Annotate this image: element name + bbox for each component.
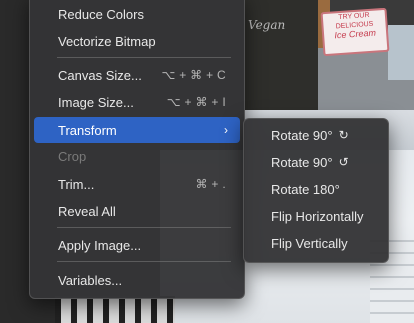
image-menu: Reduce Colors Vectorize Bitmap Canvas Si…	[29, 0, 245, 299]
menu-item-rotate-90-cw[interactable]: Rotate 90° ↻	[248, 123, 384, 147]
shortcut-hint: ⌘ + .	[195, 177, 226, 191]
menu-item-label: Apply Image...	[58, 237, 142, 253]
menu-item-label: Reduce Colors	[58, 6, 144, 22]
rotate-counterclockwise-icon: ↺	[338, 155, 349, 169]
transform-submenu: Rotate 90° ↻ Rotate 90° ↺ Rotate 180° Fl…	[243, 118, 389, 263]
menu-item-trim[interactable]: Trim... ⌘ + .	[34, 172, 240, 196]
menu-item-label: Image Size...	[58, 94, 134, 110]
menu-item-apply-image[interactable]: Apply Image...	[34, 233, 240, 257]
menu-item-label: Variables...	[58, 272, 123, 288]
menu-item-label: Rotate 90°	[271, 154, 333, 170]
chalkboard-text: Vegan	[248, 18, 286, 32]
menu-item-transform[interactable]: Transform ›	[34, 117, 240, 143]
ice-cream-sign: TRY OUR DELICIOUS Ice Cream	[320, 7, 390, 57]
menu-separator	[57, 57, 231, 58]
menu-item-flip-vertically[interactable]: Flip Vertically	[248, 231, 384, 255]
menu-item-label: Trim...	[58, 176, 95, 192]
menu-item-label: Vectorize Bitmap	[58, 33, 156, 49]
menu-item-flip-horizontally[interactable]: Flip Horizontally	[248, 204, 384, 228]
menu-separator	[57, 227, 231, 228]
menu-item-label: Reveal All	[58, 203, 116, 219]
menu-item-label: Rotate 180°	[271, 181, 340, 197]
truck-grille	[55, 296, 175, 323]
menu-item-rotate-180[interactable]: Rotate 180°	[248, 177, 384, 201]
chevron-right-icon: ›	[224, 123, 228, 137]
menu-item-crop[interactable]: Crop	[34, 144, 240, 168]
menu-item-rotate-90-ccw[interactable]: Rotate 90° ↺	[248, 150, 384, 174]
menu-item-variables[interactable]: Variables...	[34, 268, 240, 292]
menu-item-label: Flip Vertically	[271, 235, 348, 251]
menu-item-label: Crop	[58, 148, 87, 164]
menu-item-vectorize-bitmap[interactable]: Vectorize Bitmap	[34, 29, 240, 53]
menu-item-image-size[interactable]: Image Size... ⌥ + ⌘ + I	[34, 90, 240, 114]
shortcut-hint: ⌥ + ⌘ + C	[161, 68, 226, 82]
menu-item-reduce-colors[interactable]: Reduce Colors	[34, 2, 240, 26]
menu-item-label: Canvas Size...	[58, 67, 142, 83]
menu-item-label: Transform	[58, 122, 117, 138]
menu-item-label: Flip Horizontally	[271, 208, 364, 224]
shortcut-hint: ⌥ + ⌘ + I	[166, 95, 226, 109]
rotate-clockwise-icon: ↻	[338, 128, 349, 142]
sign-line: Ice Cream	[334, 27, 377, 41]
building-window	[388, 25, 414, 80]
menu-item-reveal-all[interactable]: Reveal All	[34, 199, 240, 223]
menu-separator	[57, 261, 231, 262]
menu-item-canvas-size[interactable]: Canvas Size... ⌥ + ⌘ + C	[34, 63, 240, 87]
menu-item-label: Rotate 90°	[271, 127, 333, 143]
